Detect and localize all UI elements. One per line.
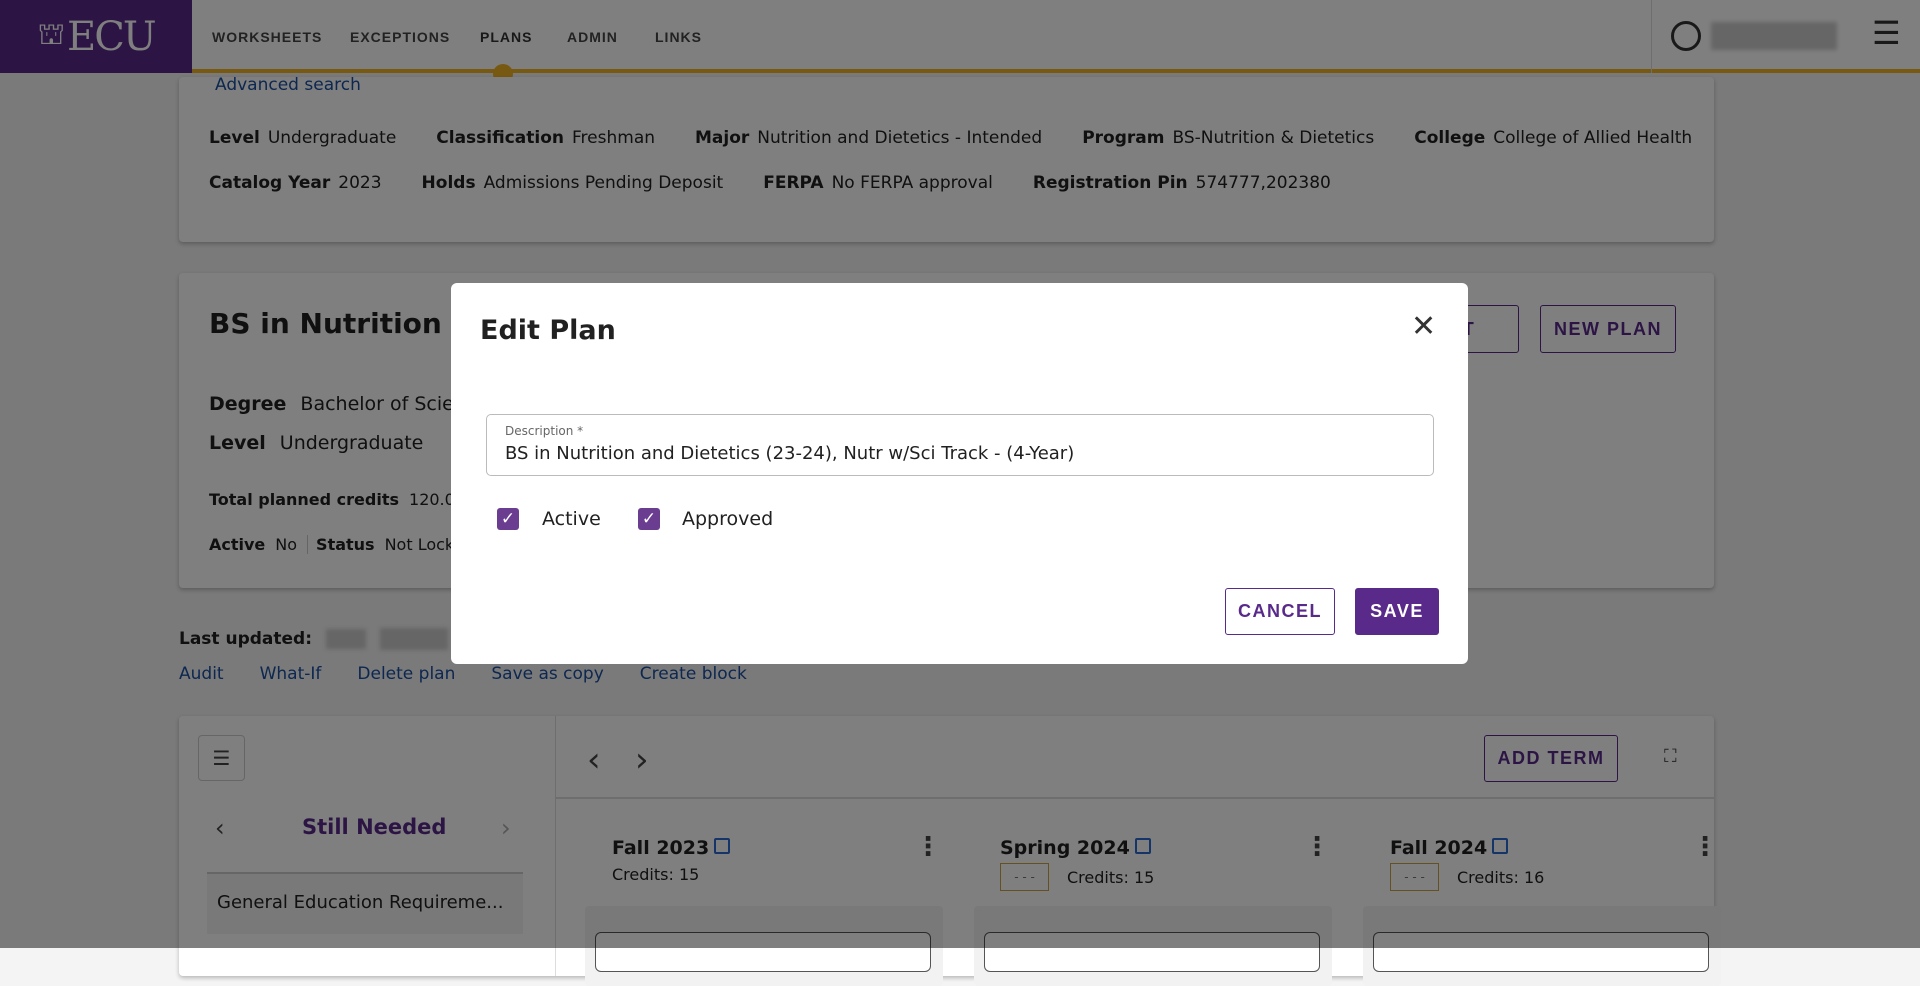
dialog-title: Edit Plan [480, 315, 616, 346]
active-label: Active [542, 508, 601, 530]
save-button[interactable]: SAVE [1355, 588, 1439, 635]
description-value[interactable]: BS in Nutrition and Dietetics (23-24), N… [505, 443, 1074, 464]
approved-checkbox[interactable]: ✓ [638, 508, 660, 530]
cancel-button[interactable]: CANCEL [1225, 588, 1335, 635]
edit-plan-dialog: Edit Plan ✕ Description * BS in Nutritio… [451, 283, 1468, 664]
approved-label: Approved [682, 508, 774, 530]
close-icon[interactable]: ✕ [1411, 309, 1436, 344]
description-input[interactable]: Description * BS in Nutrition and Dietet… [486, 414, 1434, 476]
active-checkbox[interactable]: ✓ [497, 508, 519, 530]
